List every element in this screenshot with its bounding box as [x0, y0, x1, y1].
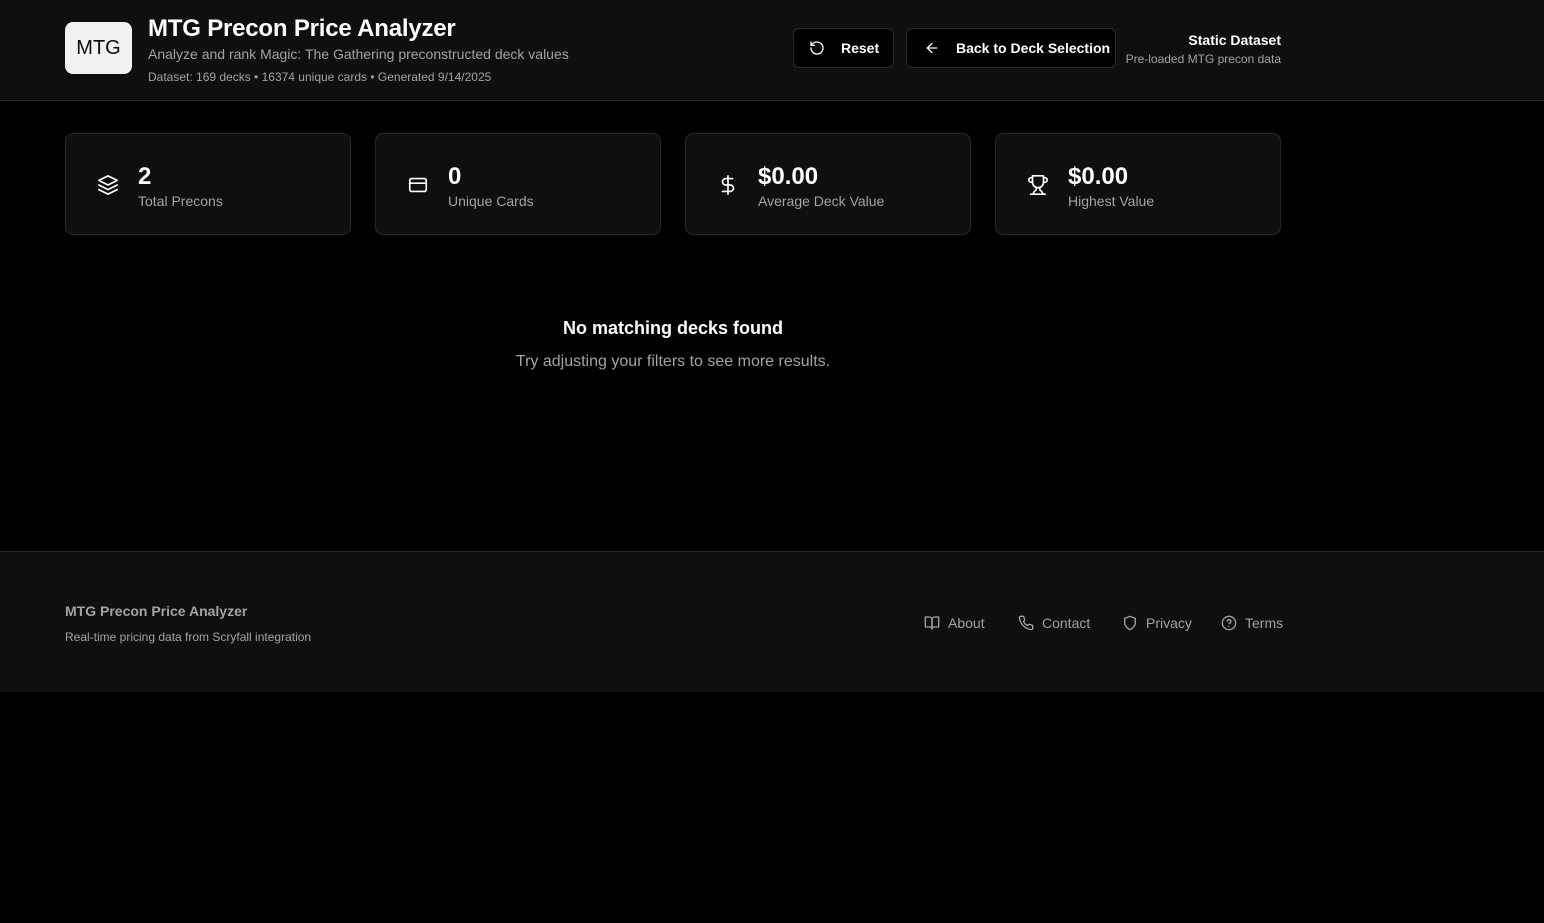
stat-label: Average Deck Value: [758, 193, 885, 209]
footer-link-about[interactable]: About: [924, 613, 985, 633]
app-header: MTG MTG Precon Price Analyzer Analyze an…: [0, 0, 1544, 101]
phone-icon: [1018, 615, 1034, 631]
dataset-subtitle: Pre-loaded MTG precon data: [1125, 52, 1281, 66]
help-circle-icon: [1221, 615, 1237, 631]
dollar-icon: [721, 175, 735, 195]
stat-label: Unique Cards: [448, 193, 534, 209]
stat-value: $0.00: [758, 163, 819, 190]
app-title: MTG Precon Price Analyzer: [148, 15, 456, 42]
app-footer: MTG Precon Price Analyzer Real-time pric…: [0, 551, 1544, 692]
stat-card-average-deck-value: $0.00 Average Deck Value: [685, 133, 971, 235]
footer-title: MTG Precon Price Analyzer: [65, 603, 248, 619]
dataset-info: Dataset: 169 decks • 16374 unique cards …: [148, 70, 492, 84]
shield-icon: [1124, 615, 1136, 631]
stat-card-unique-cards: 0 Unique Cards: [375, 133, 661, 235]
footer-link-label: Privacy: [1146, 615, 1192, 631]
layers-icon: [98, 175, 118, 195]
footer-subtitle: Real-time pricing data from Scryfall int…: [65, 630, 312, 644]
stat-value: 2: [138, 163, 152, 190]
dataset-title: Static Dataset: [1188, 32, 1281, 48]
footer-link-terms[interactable]: Terms: [1221, 613, 1283, 633]
footer-link-label: Contact: [1042, 615, 1091, 631]
trophy-icon: [1028, 175, 1048, 195]
stat-card-highest-value: $0.00 Highest Value: [995, 133, 1281, 235]
stat-label: Highest Value: [1068, 193, 1155, 209]
back-button-label: Back to Deck Selection: [956, 40, 1111, 56]
app-logo: MTG: [65, 22, 132, 74]
footer-link-label: Terms: [1245, 615, 1284, 631]
stat-card-total-precons: 2 Total Precons: [65, 133, 351, 235]
arrow-left-icon: [926, 42, 938, 54]
empty-state-message: Try adjusting your filters to see more r…: [515, 353, 831, 370]
stat-value: $0.00: [1068, 163, 1129, 190]
stat-value: 0: [448, 163, 462, 190]
rotate-ccw-icon: [810, 41, 824, 55]
book-icon: [924, 616, 940, 630]
stat-label: Total Precons: [138, 193, 223, 209]
reset-button[interactable]: Reset: [793, 28, 894, 68]
footer-link-contact[interactable]: Contact: [1018, 613, 1090, 633]
footer-link-label: About: [948, 615, 985, 631]
app-subtitle: Analyze and rank Magic: The Gathering pr…: [148, 46, 569, 62]
card-icon: [408, 177, 428, 193]
back-to-deck-selection-button[interactable]: Back to Deck Selection: [906, 28, 1116, 68]
footer-link-privacy[interactable]: Privacy: [1122, 613, 1192, 633]
empty-state-title: No matching decks found: [562, 318, 784, 338]
reset-button-label: Reset: [841, 40, 880, 56]
